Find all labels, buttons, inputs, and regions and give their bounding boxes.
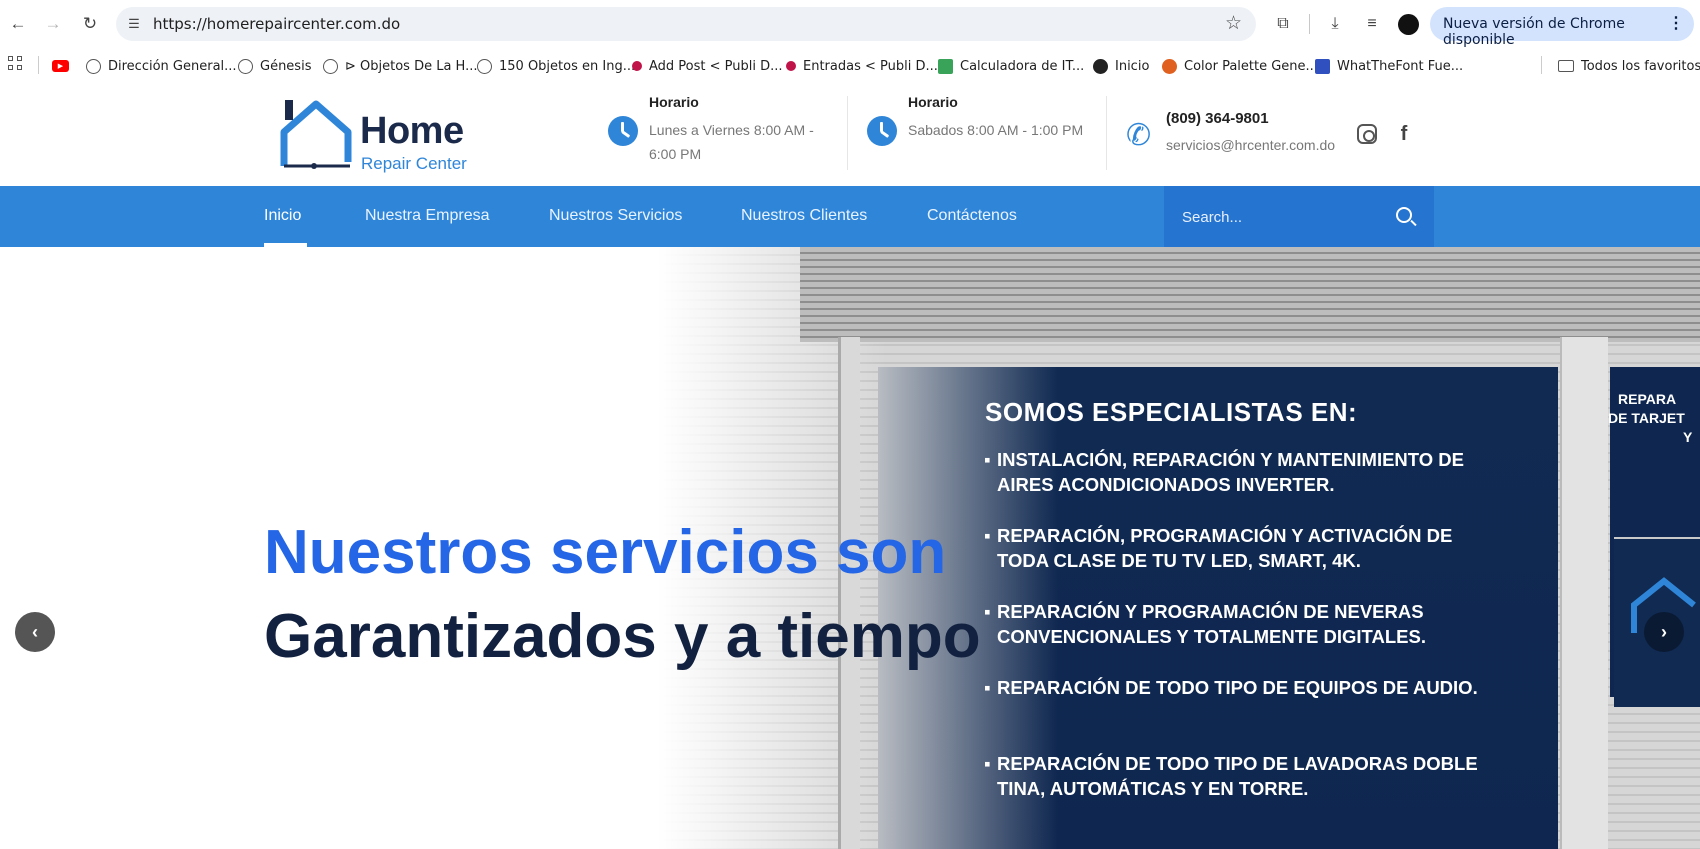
bookmark-star-icon[interactable]: ☆	[1225, 12, 1242, 35]
banner-title: SOMOS ESPECIALISTAS EN:	[985, 397, 1358, 427]
bookmark-item[interactable]: WhatTheFont Fue...	[1315, 55, 1463, 77]
bookmarks-divider	[1541, 56, 1542, 74]
email-address[interactable]: servicios@hrcenter.com.do	[1166, 137, 1335, 153]
service-item: ▪ INSTALACIÓN, REPARACIÓN Y MANTENIMIENTO…	[984, 449, 1464, 495]
bookmark-youtube[interactable]: ▶	[52, 55, 69, 77]
bookmarks-bar: ▶ Dirección General... Génesis ⊳ Objetos…	[0, 48, 1700, 84]
bookmark-item[interactable]: Color Palette Gene...	[1162, 55, 1318, 77]
header-divider	[847, 96, 848, 170]
hero-slider: SOMOS ESPECIALISTAS EN: ▪ INSTALACIÓN, RE…	[0, 247, 1700, 849]
update-label: Nueva versión de Chrome disponible	[1443, 16, 1625, 48]
bookmark-item[interactable]: Génesis	[238, 55, 311, 77]
bookmark-label: 150 Objetos en Ing...	[499, 58, 636, 74]
search-box	[1164, 186, 1434, 247]
folder-icon	[1558, 60, 1574, 72]
site-settings-icon[interactable]: ☰	[124, 14, 144, 34]
youtube-icon: ▶	[52, 60, 69, 72]
site-icon	[1093, 58, 1108, 74]
clock-icon	[608, 116, 638, 146]
service-item: ▪ REPARACIÓN DE TODO TIPO DE LAVADORAS DO…	[984, 753, 1478, 799]
browser-toolbar: ← → ↻ ☰ https://homerepaircenter.com.do …	[0, 0, 1700, 48]
bookmark-item[interactable]: 150 Objetos en Ing...	[477, 55, 635, 77]
site-logo[interactable]: Home Repair Center	[278, 96, 518, 173]
schedule-label: Horario	[908, 94, 958, 110]
site-header: Home Repair Center Horario Lunes a Viern…	[0, 84, 1700, 186]
reload-icon[interactable]: ↻	[78, 12, 102, 36]
download-icon[interactable]: ⤓	[1323, 12, 1347, 36]
globe-icon	[238, 58, 253, 74]
nav-contactenos[interactable]: Contáctenos	[927, 207, 1017, 225]
bookmark-label: Inicio	[1115, 58, 1150, 74]
logo-subtitle: Repair Center	[361, 154, 467, 173]
more-menu-icon[interactable]: ⋮	[1668, 13, 1684, 33]
bookmarks-divider	[38, 56, 39, 74]
hero-heading-line1: Nuestros servicios son	[264, 518, 947, 587]
logo-title: Home	[360, 110, 464, 152]
hero-heading-line2: Garantizados y a tiempo	[264, 602, 981, 671]
slider-prev-button[interactable]: ‹	[15, 612, 55, 652]
all-bookmarks-button[interactable]: Todos los favoritos	[1558, 55, 1700, 77]
clock-icon	[867, 116, 897, 146]
window-mullion	[1560, 337, 1608, 849]
calculator-icon	[938, 58, 953, 74]
bookmark-item[interactable]: Dirección General...	[86, 55, 237, 77]
globe-icon	[477, 58, 492, 74]
address-bar[interactable]: ☰ https://homerepaircenter.com.do ☆	[116, 7, 1256, 41]
nav-nuestra-empresa[interactable]: Nuestra Empresa	[365, 207, 490, 225]
back-icon[interactable]: ←	[6, 12, 30, 36]
right-banner-text: DE TARJET	[1608, 410, 1685, 426]
facebook-icon[interactable]: f	[1394, 124, 1414, 144]
house-logo-icon	[280, 100, 352, 169]
rolling-shutter	[800, 247, 1700, 342]
nav-nuestros-clientes[interactable]: Nuestros Clientes	[741, 207, 867, 225]
media-control-icon[interactable]: ≡	[1360, 12, 1384, 36]
bookmark-label: ⊳ Objetos De La H...	[345, 58, 478, 74]
palette-icon	[1162, 58, 1177, 74]
nav-nuestros-servicios[interactable]: Nuestros Servicios	[549, 207, 682, 225]
phone-number[interactable]: (809) 364-9801	[1166, 110, 1269, 127]
service-item: ▪ REPARACIÓN DE TODO TIPO DE EQUIPOS DE A…	[984, 677, 1478, 698]
whatthefont-icon	[1315, 58, 1330, 74]
bookmark-label: WhatTheFont Fue...	[1337, 58, 1464, 74]
service-item: ▪ REPARACIÓN Y PROGRAMACIÓN DE NEVERAS CO…	[984, 601, 1426, 647]
bookmark-item[interactable]: Inicio	[1093, 55, 1149, 77]
bookmark-label: Color Palette Gene...	[1184, 58, 1318, 74]
extensions-icon[interactable]: ⧉	[1271, 12, 1295, 36]
schedule-value: Sabados 8:00 AM - 1:00 PM	[908, 122, 1084, 138]
schedule-label: Horario	[649, 94, 699, 110]
bookmark-item[interactable]: ⊳ Objetos De La H...	[323, 55, 478, 77]
search-icon[interactable]	[1396, 207, 1412, 223]
globe-icon	[323, 58, 338, 74]
nav-inicio[interactable]: Inicio	[264, 207, 301, 225]
bookmark-label: Add Post < Publi D...	[649, 58, 783, 74]
forward-icon[interactable]: →	[41, 12, 65, 36]
window-frame	[838, 337, 860, 849]
bookmark-label: Génesis	[260, 58, 312, 74]
bookmark-item[interactable]: Calculadora de IT...	[938, 55, 1084, 77]
phone-icon: ✆	[1126, 119, 1152, 152]
bookmark-item[interactable]: Add Post < Publi D...	[632, 55, 783, 77]
header-divider	[1106, 96, 1107, 170]
globe-icon	[86, 58, 101, 74]
apps-grid-icon[interactable]	[8, 56, 26, 74]
chrome-update-button[interactable]: Nueva versión de Chrome disponible ⋮	[1430, 7, 1694, 48]
url-text[interactable]: https://homerepaircenter.com.do	[153, 15, 400, 33]
all-bookmarks-label: Todos los favoritos	[1581, 58, 1700, 74]
schedule-value: Lunes a Viernes 8:00 AM - 6:00 PM	[649, 122, 814, 162]
right-banner-text: REPARA	[1618, 391, 1677, 407]
instagram-icon[interactable]	[1357, 124, 1377, 144]
publi-icon	[632, 61, 642, 71]
main-navigation: Inicio Nuestra Empresa Nuestros Servicio…	[0, 186, 1700, 247]
bookmark-label: Calculadora de IT...	[960, 58, 1085, 74]
slider-next-button[interactable]: ›	[1644, 612, 1684, 652]
profile-avatar[interactable]	[1398, 14, 1419, 35]
search-input[interactable]	[1182, 204, 1382, 230]
bookmark-item[interactable]: Entradas < Publi D...	[786, 55, 938, 77]
publi-icon	[786, 61, 796, 71]
toolbar-divider	[1309, 14, 1310, 34]
bookmark-label: Entradas < Publi D...	[803, 58, 938, 74]
service-item: ▪ REPARACIÓN, PROGRAMACIÓN Y ACTIVACIÓN D…	[984, 525, 1453, 571]
right-banner-text: Y	[1683, 429, 1693, 445]
bookmark-label: Dirección General...	[108, 58, 237, 74]
